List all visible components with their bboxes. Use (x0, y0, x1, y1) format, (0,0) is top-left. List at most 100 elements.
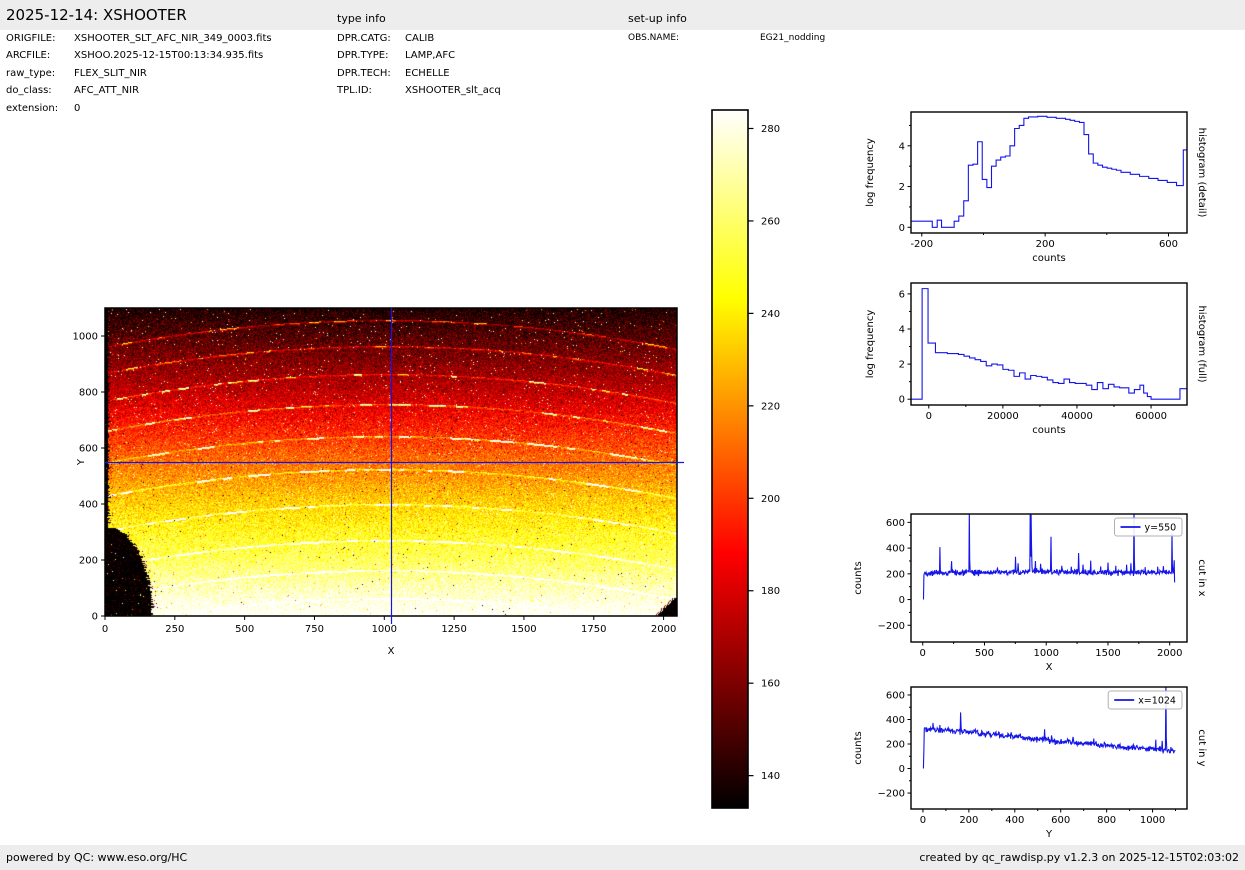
axis-text: 250 (165, 624, 184, 635)
colorbar-canvas (712, 110, 748, 808)
axis-text: 600 (1159, 239, 1178, 250)
axis-text: histogram (full) (1196, 305, 1207, 382)
axis-text: 2 (899, 360, 905, 371)
meta-value: XSHOO.2025-12-15T00:13:34.935.fits (74, 50, 264, 62)
meta-label: OBS.NAME: (628, 33, 680, 43)
axis-text: 800 (79, 388, 98, 399)
axis-text: 1750 (581, 624, 606, 635)
meta-label: DPR.CATG: (337, 33, 391, 44)
axis-text: 200 (761, 494, 780, 505)
meta-value: XSHOOTER_slt_acq (405, 85, 501, 97)
meta-value: AFC_ATT_NIR (74, 85, 140, 97)
axis-text: 1500 (511, 624, 536, 635)
header-bar: 2025-12-14: XSHOOTER type info set-up in… (0, 0, 1245, 30)
meta-value: ECHELLE (405, 67, 450, 79)
axis-text: 400 (886, 715, 905, 726)
footer-created-by: created by qc_rawdisp.py v1.2.3 on 2025-… (919, 851, 1239, 864)
axis-text: 4 (899, 141, 905, 152)
axis-text: 200 (1036, 239, 1055, 250)
meta-value: LAMP,AFC (405, 50, 456, 62)
axis-text: 2 (899, 182, 905, 193)
axis-text: Y (76, 458, 87, 466)
meta-label: do_class: (6, 85, 52, 97)
axis-text: 500 (235, 624, 254, 635)
meta-label: extension: (6, 102, 59, 114)
axis-text: 1000 (372, 624, 397, 635)
meta-label: TPL.ID: (337, 85, 372, 97)
qc-report-page: 2025-12-14: XSHOOTER type info set-up in… (0, 0, 1245, 870)
axis-text: y=550 (1145, 523, 1177, 534)
axis-text: 220 (761, 401, 780, 412)
axis-text: 0 (92, 612, 98, 623)
main-image-canvas (105, 308, 677, 616)
footer-credit-qc: powered by QC: www.eso.org/HC (6, 851, 188, 864)
axis-text: 600 (886, 690, 905, 701)
axis-text: X (1046, 662, 1053, 673)
axis-text: 260 (761, 216, 780, 227)
axis-text: 280 (761, 124, 780, 135)
axis-text: 20000 (987, 411, 1019, 422)
meta-value: EG21_nodding (760, 33, 826, 43)
axis-text: 160 (761, 679, 780, 690)
data-line (922, 687, 1176, 769)
axis-text: 2000 (1157, 648, 1182, 659)
data-line (922, 514, 1176, 600)
axis-text: log frequency (865, 310, 876, 379)
axis-text: 0 (899, 764, 905, 775)
axis-text: counts (853, 561, 864, 594)
axis-text: 200 (886, 740, 905, 751)
axis-text: 800 (1097, 815, 1116, 826)
axis-text: 400 (1005, 815, 1024, 826)
plot-cut-in-y: 0 200 400 600 800 1000 −200 0 200 400 600 Ycounts cu… (853, 686, 1207, 840)
axis-text: counts (853, 731, 864, 764)
axis-text: −200 (878, 789, 905, 800)
axis-text: 1000 (1033, 648, 1058, 659)
meta-value: FLEX_SLIT_NIR (74, 67, 147, 79)
meta-label: DPR.TYPE: (337, 50, 389, 62)
axis-text: 600 (79, 444, 98, 455)
axis-text: 1250 (441, 624, 466, 635)
data-line (911, 288, 1187, 400)
axis-text: 400 (886, 544, 905, 555)
page-title: 2025-12-14: XSHOOTER (6, 6, 187, 24)
data-line (911, 115, 1187, 228)
axis-text: counts (1032, 253, 1065, 264)
axis-text: 1000 (73, 332, 98, 343)
meta-label: ARCFILE: (6, 50, 51, 62)
axis-text: 600 (1051, 815, 1070, 826)
axis-text: 1500 (1095, 648, 1120, 659)
axis-text: -200 (910, 239, 933, 250)
axis-text: 750 (305, 624, 324, 635)
axis-text: 180 (761, 586, 780, 597)
footer-bar: powered by QC: www.eso.org/HC created by… (0, 845, 1245, 870)
axis-text: 200 (959, 815, 978, 826)
meta-label: raw_type: (6, 67, 56, 79)
setup-info-header: set-up info (628, 12, 687, 25)
meta-value: XSHOOTER_SLT_AFC_NIR_349_0003.fits (74, 33, 272, 44)
axis-text: 40000 (1061, 411, 1093, 422)
meta-label: DPR.TECH: (337, 67, 391, 79)
axis-text: cut in y (1196, 729, 1207, 766)
axis-text: 240 (761, 309, 780, 320)
axis-text: 600 (886, 518, 905, 529)
axis-text: 0 (899, 395, 905, 406)
axis-text: 0 (899, 595, 905, 606)
meta-value: 0 (74, 102, 81, 114)
axis-text: 0 (899, 223, 905, 234)
axis-text: 1000 (1140, 815, 1165, 826)
axis-text: X (388, 646, 395, 657)
axis-text: 140 (761, 771, 780, 782)
axis-text: 60000 (1135, 411, 1167, 422)
axis-text: x=1024 (1138, 696, 1176, 707)
axis-text: cut in x (1196, 559, 1207, 596)
plot-histogram-full: 0 20000 40000 60000 0 2 4 6 counts log frequency h… (865, 282, 1207, 436)
axis-text: Y (1045, 829, 1053, 840)
axis-text: 2000 (651, 624, 676, 635)
axis-text: 200 (79, 556, 98, 567)
axis-text: 0 (920, 815, 926, 826)
legend: x=1024 (1107, 690, 1183, 710)
type-info-header: type info (337, 12, 386, 25)
axis-text: histogram (detail) (1196, 128, 1207, 218)
axis-text: 0 (102, 624, 108, 635)
axis-text: 6 (899, 289, 905, 300)
